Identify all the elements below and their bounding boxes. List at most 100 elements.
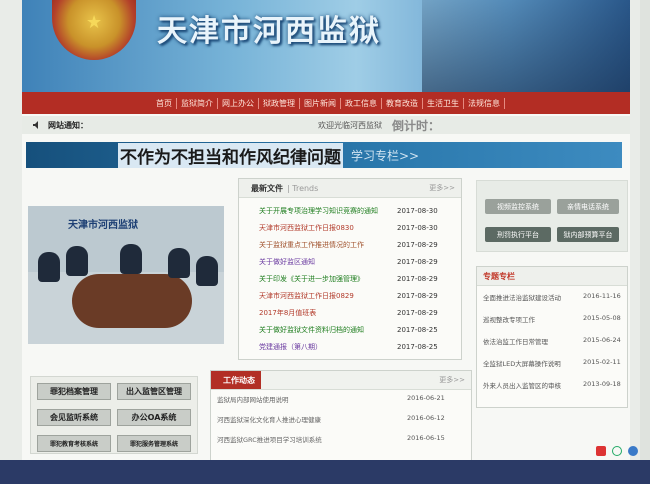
special-topics-list: 全面推进法治监狱建设活动 2016-11-16 巡视整改专项工作 2015-05-08… — [477, 286, 627, 402]
latest-file-item[interactable]: 党建通报（第八期） 2017-08-25 — [239, 338, 461, 355]
video-monitor-button[interactable]: 视频监控系统 — [485, 199, 551, 214]
work-news-more-link[interactable]: 更多>> — [439, 375, 465, 385]
special-topics-header: 专题专栏 — [477, 267, 627, 286]
nav-item-life[interactable]: 生活卫生 — [423, 97, 464, 109]
latest-file-item-title[interactable]: 2017年8月值班表 — [259, 308, 389, 318]
latest-file-item-title[interactable]: 关于开展专项治理学习知识竞赛的通知 — [259, 206, 389, 216]
latest-file-item-title[interactable]: 关于做好监狱文件资料归档的通知 — [259, 325, 389, 335]
family-phone-button[interactable]: 亲情电话系统 — [557, 199, 619, 214]
close-icon[interactable] — [596, 446, 606, 456]
main-nav: 首页 监狱简介 网上办公 狱政管理 图片新闻 政工信息 教育改造 生活卫生 法规… — [22, 92, 630, 114]
nav-item-prison-admin[interactable]: 狱政管理 — [259, 97, 300, 109]
vertical-scrollbar[interactable] — [640, 0, 650, 460]
page: ★ 天津市河西监狱 首页 监狱简介 网上办公 狱政管理 图片新闻 政工信息 教育… — [22, 0, 630, 462]
special-topic-item[interactable]: 依法治监工作日常管理 2015-06-24 — [477, 336, 627, 358]
system-button-service[interactable]: 罪犯服务管理系统 — [117, 435, 191, 452]
systems-box: 罪犯档案管理 出入监管区管理 会见监听系统 办公OA系统 罪犯教育考核系统 罪犯… — [30, 376, 198, 454]
work-news-item[interactable]: 监狱局内部网站使用说明 2016-06-21 — [211, 394, 471, 414]
latest-file-item[interactable]: 关于做好监区通知 2017-08-29 — [239, 253, 461, 270]
photo-person — [168, 248, 190, 278]
latest-file-item-date: 2017-08-29 — [397, 274, 438, 283]
browser-status-bar — [0, 460, 650, 484]
latest-file-item[interactable]: 关于印发《关于进一步加强管理》 2017-08-29 — [239, 270, 461, 287]
system-button-education[interactable]: 罪犯教育考核系统 — [37, 435, 111, 452]
latest-file-item-title[interactable]: 天津市河西监狱工作日报0829 — [259, 291, 389, 301]
latest-file-item-date: 2017-08-25 — [397, 342, 438, 351]
special-topic-item[interactable]: 全面推进法治监狱建设活动 2016-11-16 — [477, 292, 627, 314]
nav-item-law[interactable]: 法规信息 — [464, 97, 505, 109]
slogan-text: 不作为不担当和作风纪律问题 — [118, 142, 343, 168]
work-news-item-title[interactable]: 河西监狱GRC推进项目学习培训系统 — [217, 434, 407, 454]
photo-sign: 天津市河西监狱 — [68, 220, 138, 231]
latest-files-title: 最新文件 — [251, 183, 283, 193]
work-news-panel: 工作动态 更多>> 监狱局内部网站使用说明 2016-06-21 河西监狱深化文化育… — [210, 370, 472, 462]
speaker-icon — [33, 121, 38, 129]
latest-file-item-title[interactable]: 关于印发《关于进一步加强管理》 — [259, 274, 389, 284]
latest-file-item[interactable]: 关于开展专项治理学习知识竞赛的通知 2017-08-30 — [239, 202, 461, 219]
latest-file-item-title[interactable]: 关于做好监区通知 — [259, 257, 389, 267]
latest-file-item-title[interactable]: 党建通报（第八期） — [259, 342, 389, 352]
nav-item-education[interactable]: 教育改造 — [382, 97, 423, 109]
work-news-list: 监狱局内部网站使用说明 2016-06-21 河西监狱深化文化育人推进心理健康 201… — [211, 390, 471, 454]
system-button-visit-monitor[interactable]: 会见监听系统 — [37, 409, 111, 426]
special-topic-item[interactable]: 全监狱LED大屏幕操作说明 2015-02-11 — [477, 358, 627, 380]
system-button-oa[interactable]: 办公OA系统 — [117, 409, 191, 426]
work-news-item[interactable]: 河西监狱GRC推进项目学习培训系统 2016-06-15 — [211, 434, 471, 454]
latest-file-item[interactable]: 关于监狱重点工作推进情况的工作 2017-08-29 — [239, 236, 461, 253]
special-topic-item-date: 2015-05-08 — [583, 314, 621, 322]
news-photo[interactable]: 天津市河西监狱 — [28, 206, 224, 344]
work-news-item-date: 2016-06-21 — [407, 394, 445, 402]
slogan-banner[interactable]: 不作为不担当和作风纪律问题 学习专栏>> — [26, 142, 622, 168]
special-topic-item[interactable]: 巡视整改专项工作 2015-05-08 — [477, 314, 627, 336]
notice-bar: 网站通知： 欢迎光临河西监狱 倒计时： — [22, 116, 630, 134]
latest-file-item[interactable]: 天津市河西监狱工作日报0829 2017-08-29 — [239, 287, 461, 304]
nav-item-office[interactable]: 网上办公 — [218, 97, 259, 109]
work-news-item-date: 2016-06-15 — [407, 434, 445, 442]
nav-item-home[interactable]: 首页 — [152, 97, 177, 109]
latest-file-item-date: 2017-08-29 — [397, 291, 438, 300]
special-topic-item-title[interactable]: 全面推进法治监狱建设活动 — [483, 292, 583, 302]
budget-platform-button[interactable]: 狱内部预算平台 — [557, 227, 619, 242]
latest-files-subtitle: | Trends — [287, 183, 319, 193]
browser-status-icons — [596, 446, 638, 456]
star-icon: ★ — [86, 12, 103, 33]
special-topic-item-title[interactable]: 全监狱LED大屏幕操作说明 — [483, 358, 583, 368]
latest-file-item-title[interactable]: 关于监狱重点工作推进情况的工作 — [259, 240, 389, 250]
photo-person — [66, 246, 88, 276]
latest-file-item-title[interactable]: 天津市河西监狱工作日报0830 — [259, 223, 389, 233]
latest-files-panel: 最新文件 | Trends 更多>> 关于开展专项治理学习知识竞赛的通知 2017… — [238, 178, 462, 360]
special-topics-panel: 专题专栏 全面推进法治监狱建设活动 2016-11-16 巡视整改专项工作 2015-… — [476, 266, 628, 408]
globe-icon[interactable] — [628, 446, 638, 456]
special-topic-item-title[interactable]: 依法治监工作日常管理 — [483, 336, 583, 346]
photo-person — [196, 256, 218, 286]
nav-item-about[interactable]: 监狱简介 — [177, 97, 218, 109]
banner-decoration — [422, 0, 630, 92]
system-button-access[interactable]: 出入监管区管理 — [117, 383, 191, 400]
special-topic-item-date: 2015-06-24 — [583, 336, 621, 344]
special-topic-item-title[interactable]: 巡视整改专项工作 — [483, 314, 583, 324]
latest-file-item[interactable]: 关于做好监狱文件资料归档的通知 2017-08-25 — [239, 321, 461, 338]
penalty-platform-button[interactable]: 刑罚执行平台 — [485, 227, 551, 242]
work-news-item-date: 2016-06-12 — [407, 414, 445, 422]
special-topic-item[interactable]: 外来人员出入监管区的审核 2013-09-18 — [477, 380, 627, 402]
work-news-item-title[interactable]: 监狱局内部网站使用说明 — [217, 394, 407, 414]
countdown-label: 倒计时： — [392, 118, 441, 133]
nav-item-political[interactable]: 政工信息 — [341, 97, 382, 109]
latest-files-more-link[interactable]: 更多>> — [429, 183, 455, 193]
nav-item-photo-news[interactable]: 图片新闻 — [300, 97, 341, 109]
security-icon[interactable] — [612, 446, 622, 456]
latest-file-item-date: 2017-08-25 — [397, 325, 438, 334]
work-news-item[interactable]: 河西监狱深化文化育人推进心理健康 2016-06-12 — [211, 414, 471, 434]
photo-table — [72, 274, 192, 328]
latest-file-item[interactable]: 天津市河西监狱工作日报0830 2017-08-30 — [239, 219, 461, 236]
special-topics-title: 专题专栏 — [483, 271, 515, 281]
latest-file-item[interactable]: 2017年8月值班表 2017-08-29 — [239, 304, 461, 321]
special-topic-item-title[interactable]: 外来人员出入监管区的审核 — [483, 380, 583, 390]
header-banner: ★ 天津市河西监狱 — [22, 0, 630, 92]
notice-text[interactable]: 欢迎光临河西监狱 — [318, 120, 382, 131]
slogan-more-link[interactable]: 学习专栏>> — [351, 147, 419, 164]
site-title: 天津市河西监狱 — [157, 14, 381, 49]
quick-links-box: 视频监控系统 亲情电话系统 刑罚执行平台 狱内部预算平台 — [476, 180, 628, 252]
system-button-archives[interactable]: 罪犯档案管理 — [37, 383, 111, 400]
work-news-item-title[interactable]: 河西监狱深化文化育人推进心理健康 — [217, 414, 407, 434]
